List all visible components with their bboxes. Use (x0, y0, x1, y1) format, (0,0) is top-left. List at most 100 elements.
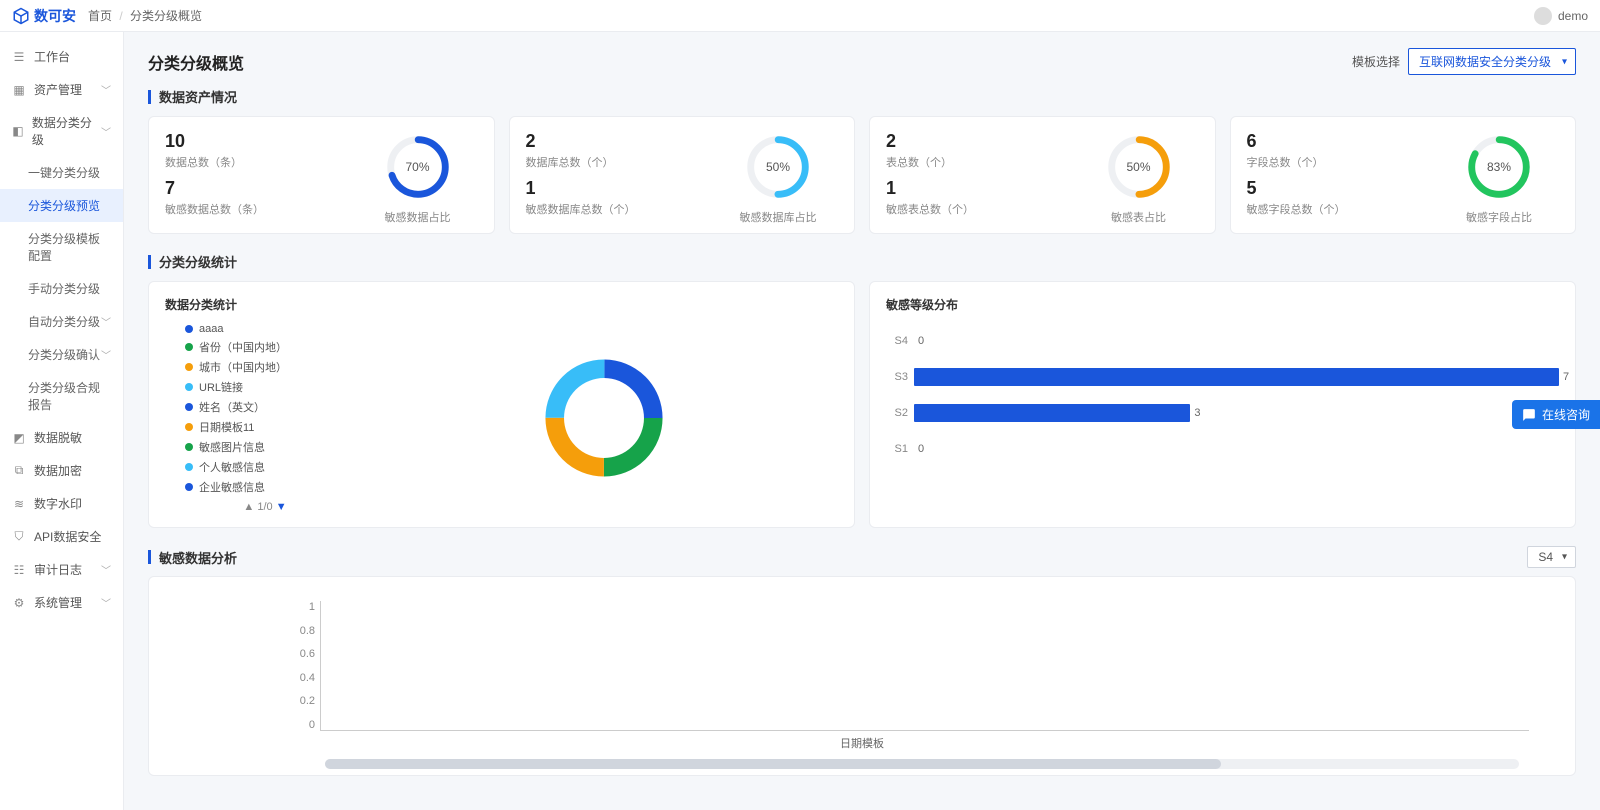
nav-workbench[interactable]: ☰ 工作台 (0, 40, 123, 73)
legend-item[interactable]: 企业敏感信息 (185, 479, 345, 495)
nav-label: 自动分类分级 (28, 313, 100, 330)
pager-prev[interactable]: ▲ (243, 501, 254, 513)
donut-chart (539, 353, 669, 483)
section-title-analysis: 敏感数据分析 (148, 548, 237, 567)
mask-icon: ◩ (12, 431, 26, 445)
bar-chart: S4 0 S3 7 S2 3 S1 0 (886, 323, 1559, 473)
analysis-head: 敏感数据分析 S4 (148, 546, 1576, 568)
avatar[interactable] (1534, 7, 1552, 25)
brand-name: 数可安 (34, 6, 76, 26)
legend-item[interactable]: 省份（中国内地） (185, 339, 345, 355)
pager-next[interactable]: ▼ (276, 501, 287, 513)
legend-dot (185, 423, 193, 431)
legend-item[interactable]: 城市（中国内地） (185, 359, 345, 375)
bar-fill (914, 368, 1559, 386)
y-tick: 0 (285, 719, 315, 731)
x-axis-label: 日期模板 (840, 735, 884, 751)
page-head: 分类分级概览 模板选择 互联网数据安全分类分级 (148, 48, 1576, 75)
bar-track: 3 (914, 402, 1559, 424)
chevron-down-icon: ﹀ (101, 562, 111, 577)
kpi-value: 2 (886, 131, 1079, 152)
analysis-panel: 10.80.60.40.20 日期模板 (148, 576, 1576, 776)
nav-label: 数据脱敏 (34, 429, 82, 446)
kpi-label: 数据总数（条） (165, 154, 358, 170)
legend-item[interactable]: aaaa (185, 323, 345, 335)
nav-audit[interactable]: ☷ 审计日志 ﹀ (0, 553, 123, 586)
kpi-value: 7 (165, 178, 358, 199)
stats-panels: 数据分类统计 aaaa省份（中国内地）城市（中国内地）URL链接姓名（英文）日期… (148, 281, 1576, 528)
chart-axes (320, 601, 1529, 731)
sidebar: ☰ 工作台 ▦ 资产管理 ﹀ ◧ 数据分类分级 ﹀ 一键分类分级 分类分级预览 … (0, 32, 124, 810)
scrollbar-thumb[interactable] (325, 759, 1221, 769)
kpi-metric: 2 表总数（个） (886, 131, 1079, 170)
legend-label: 敏感图片信息 (199, 439, 265, 455)
kpi-label: 敏感数据总数（条） (165, 201, 358, 217)
y-tick: 1 (285, 601, 315, 613)
nav-sub-report[interactable]: 分类分级合规报告 (0, 371, 123, 421)
nav-sub-template[interactable]: 分类分级模板配置 (0, 222, 123, 272)
nav-sub-manual[interactable]: 手动分类分级 (0, 272, 123, 305)
page-title: 分类分级概览 (148, 50, 244, 74)
donut-caption: 敏感数据库占比 (740, 209, 817, 225)
chevron-down-icon: ﹀ (101, 124, 111, 139)
legend-item[interactable]: URL链接 (185, 379, 345, 395)
template-value: 互联网数据安全分类分级 (1419, 55, 1551, 69)
nav-label: 工作台 (34, 48, 70, 65)
kpi-donut: 50% (742, 131, 814, 203)
nav-sub-onekey[interactable]: 一键分类分级 (0, 156, 123, 189)
bar-track: 0 (914, 330, 1559, 352)
kpi-card: 10 数据总数（条） 7 敏感数据总数（条） 70% 敏感数据占比 (148, 116, 495, 234)
nav-sub-auto[interactable]: 自动分类分级 ﹀ (0, 305, 123, 338)
kpi-metric: 6 字段总数（个） (1247, 131, 1440, 170)
bar-row: S3 7 (886, 359, 1559, 395)
donut-body: aaaa 省份（中国内地） 城市（中国内地） URL链接姓名（英文） 日期模板11 敏感图… (165, 323, 838, 513)
analysis-filter-select[interactable]: S4 (1527, 546, 1576, 568)
bar-value: 3 (1194, 404, 1200, 422)
section-assets: 数据资产情况 10 数据总数（条） 7 敏感数据总数（条） 70% 敏感数据占比 (148, 87, 1576, 234)
bar-row: S2 3 (886, 395, 1559, 431)
legend-item[interactable]: 日期模板11 (185, 419, 345, 435)
nav-watermark[interactable]: ≋ 数字水印 (0, 487, 123, 520)
brand-logo[interactable]: 数可安 (12, 6, 76, 26)
nav-classify[interactable]: ◧ 数据分类分级 ﹀ (0, 106, 123, 156)
nav-sub-preview[interactable]: 分类分级预览 (0, 189, 123, 222)
nav-encrypt[interactable]: ⧉ 数据加密 (0, 454, 123, 487)
kpi-label: 敏感数据库总数（个） (526, 201, 719, 217)
pager-text: 1/0 (257, 501, 272, 513)
legend-item[interactable]: 敏感图片信息 (185, 439, 345, 455)
chart-scrollbar[interactable] (325, 759, 1519, 769)
main-content: 分类分级概览 模板选择 互联网数据安全分类分级 数据资产情况 10 数据总数（条… (124, 32, 1600, 810)
nav-mask[interactable]: ◩ 数据脱敏 (0, 421, 123, 454)
legend-label: URL链接 (199, 379, 243, 395)
kpi-card-row: 10 数据总数（条） 7 敏感数据总数（条） 70% 敏感数据占比 2 数据 (148, 116, 1576, 234)
lock-icon: ⧉ (12, 464, 26, 478)
breadcrumb-current: 分类分级概览 (130, 9, 202, 23)
legend-list: aaaa 省份（中国内地） 城市（中国内地） URL链接姓名（英文） 日期模板11 敏感图… (185, 323, 345, 495)
nav-sub-confirm[interactable]: 分类分级确认 ﹀ (0, 338, 123, 371)
kpi-card-left: 2 数据库总数（个） 1 敏感数据库总数（个） (526, 131, 719, 225)
chat-float-button[interactable]: 在线咨询 (1512, 400, 1600, 429)
section-stats: 分类分级统计 数据分类统计 aaaa省份（中国内地）城市（中国内地）URL链接姓… (148, 252, 1576, 528)
kpi-card-right: 83% 敏感字段占比 (1439, 131, 1559, 225)
donut-percent: 83% (1487, 160, 1511, 174)
kpi-metric: 1 敏感表总数（个） (886, 178, 1079, 217)
legend-dot (185, 363, 193, 371)
kpi-metric: 5 敏感字段总数（个） (1247, 178, 1440, 217)
nav-label: 分类分级确认 (28, 346, 100, 363)
template-select[interactable]: 互联网数据安全分类分级 (1408, 48, 1576, 75)
user-name[interactable]: demo (1558, 9, 1588, 23)
legend-item[interactable]: 姓名（英文） (185, 399, 345, 415)
nav-api[interactable]: ⛉ API数据安全 (0, 520, 123, 553)
nav-asset[interactable]: ▦ 资产管理 ﹀ (0, 73, 123, 106)
header-right: demo (1534, 7, 1588, 25)
legend-item[interactable]: 个人敏感信息 (185, 459, 345, 475)
y-tick: 0.6 (285, 648, 315, 660)
breadcrumb-home[interactable]: 首页 (88, 9, 112, 23)
legend-pager: ▲ 1/0 ▼ (185, 501, 345, 513)
kpi-value: 2 (526, 131, 719, 152)
nav-system[interactable]: ⚙ 系统管理 ﹀ (0, 586, 123, 619)
bar-category: S4 (886, 335, 914, 347)
chevron-down-icon: ﹀ (101, 314, 111, 329)
kpi-card-right: 50% 敏感数据库占比 (718, 131, 838, 225)
y-tick: 0.8 (285, 625, 315, 637)
